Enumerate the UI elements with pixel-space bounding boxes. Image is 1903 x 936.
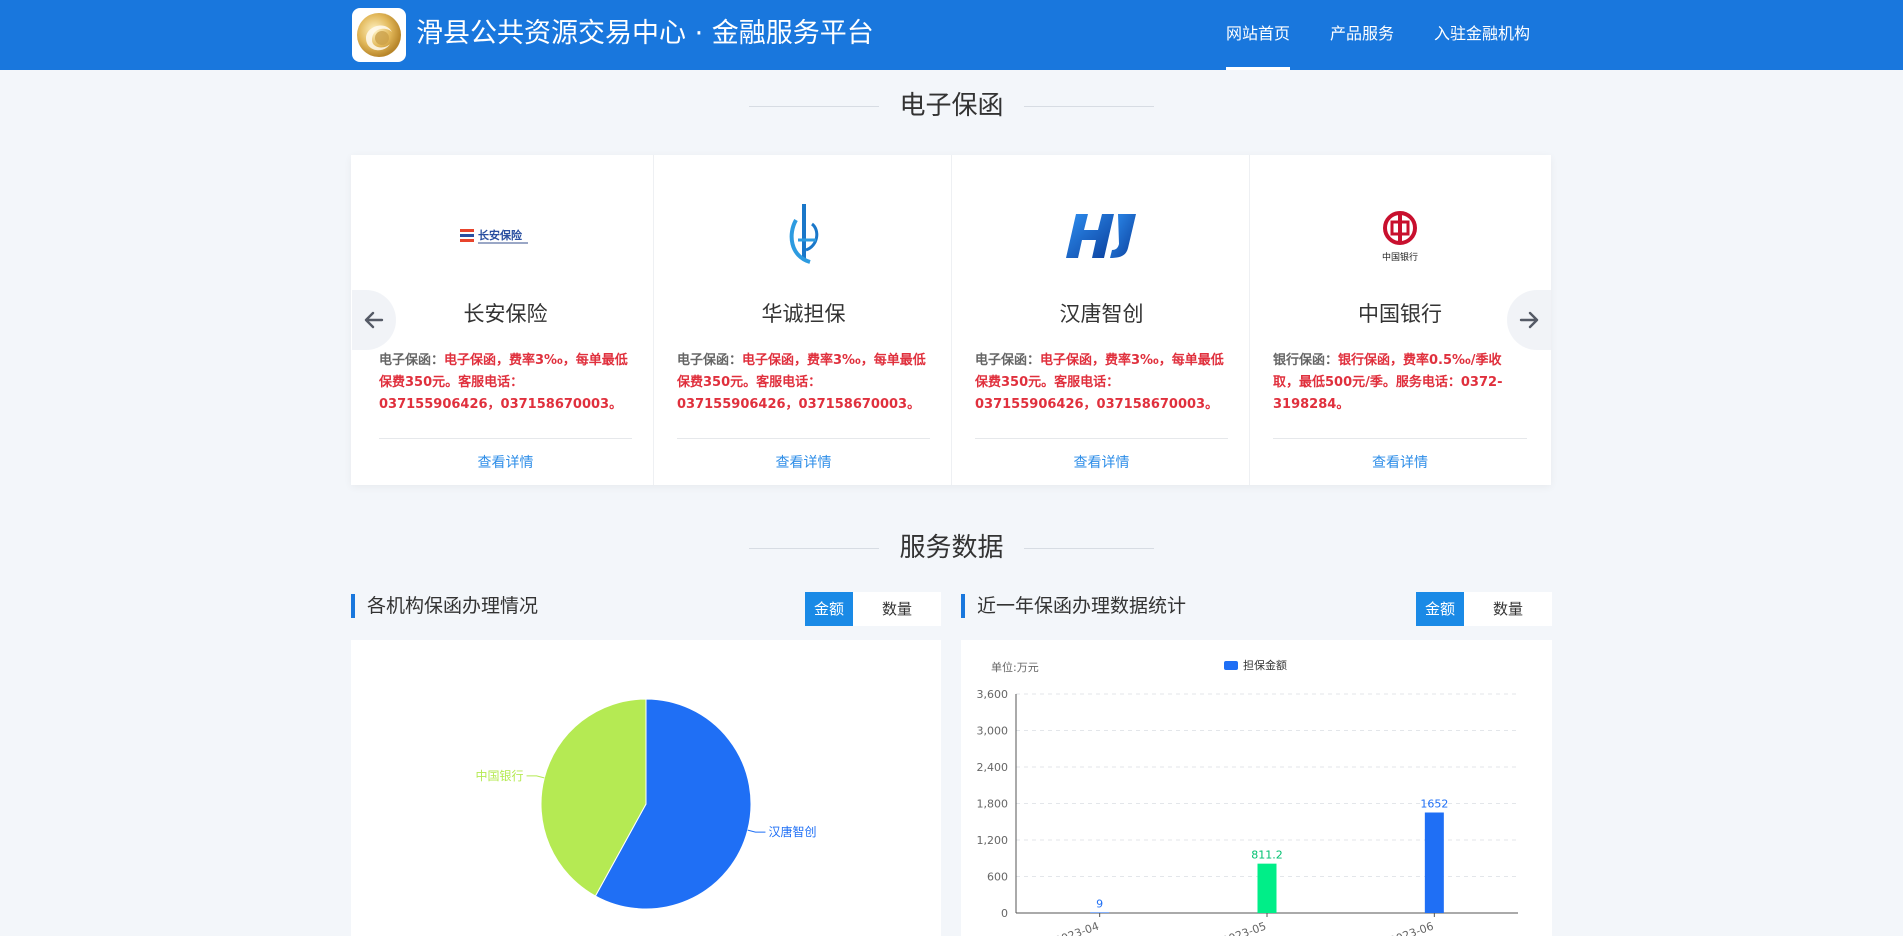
yearly-bar-panel: 单位:万元 担保金额 0 600 1,200 1,800 2,400 3,000 3,600 9 2… xyxy=(961,640,1552,936)
svg-text:中国银行: 中国银行 xyxy=(1382,251,1418,263)
svg-text:长安保险: 长安保险 xyxy=(478,228,523,242)
yearly-toggle: 金额 数量 xyxy=(1416,592,1552,626)
card-divider xyxy=(975,438,1228,439)
desc-label: 银行保函： xyxy=(1273,353,1339,368)
chart-unit-label: 单位:万元 xyxy=(991,660,1039,674)
card-name: 长安保险 xyxy=(463,302,548,326)
huacheng-logo xyxy=(656,198,951,274)
header: 滑县公共资源交易中心 · 金融服务平台 网站首页 产品服务 入驻金融机构 xyxy=(0,0,1903,70)
y-tick-label: 0 xyxy=(1001,907,1008,920)
desc-label: 电子保函： xyxy=(677,353,743,368)
card-divider xyxy=(677,438,930,439)
x-tick-label: 2023-04 xyxy=(1053,920,1101,936)
bar[interactable] xyxy=(1257,863,1277,913)
card-divider xyxy=(1273,438,1527,439)
y-tick-label: 3,600 xyxy=(977,688,1009,701)
title-divider xyxy=(749,106,880,107)
card-description: 电子保函：电子保函，费率3‰，每单最低保费350元。客服电话：037155906… xyxy=(677,350,930,416)
y-tick-label: 2,400 xyxy=(977,761,1009,774)
toggle-amount[interactable]: 金额 xyxy=(805,592,853,626)
title-divider xyxy=(1023,106,1154,107)
institution-pie-panel: 汉唐智创 中国银行 xyxy=(351,640,941,936)
x-tick-label: 2023-06 xyxy=(1388,920,1436,936)
card-description: 银行保函：银行保函，费率0.5‰/季收取，最低500元/季。服务电话：0372-… xyxy=(1273,350,1527,416)
nav-products[interactable]: 产品服务 xyxy=(1330,0,1394,70)
institution-toggle: 金额 数量 xyxy=(805,592,941,626)
boc-logo: 中国银行 xyxy=(1252,198,1548,274)
institution-pie-chart: 汉唐智创 中国银行 xyxy=(476,698,816,910)
x-tick-label: 2023-05 xyxy=(1220,920,1268,936)
bar[interactable] xyxy=(1424,812,1444,913)
view-details-link[interactable]: 查看详情 xyxy=(954,452,1249,472)
desc-label: 电子保函： xyxy=(379,353,445,368)
guarantee-carousel: 长安保险 长安保险 电子保函：电子保函，费率3‰，每单最低保费350元。客服电话… xyxy=(351,155,1551,485)
institution-panel-header: 各机构保函办理情况 金额 数量 xyxy=(351,590,941,626)
service-title-text: 服务数据 xyxy=(899,533,1004,563)
pie-label-line xyxy=(747,829,766,833)
guarantee-section-title: 电子保函 xyxy=(0,88,1903,124)
toggle-count[interactable]: 数量 xyxy=(1464,592,1552,626)
nav-home[interactable]: 网站首页 xyxy=(1225,0,1290,70)
pie-label: 中国银行 xyxy=(476,768,524,783)
guarantee-card: 汉唐智创 电子保函：电子保函，费率3‰，每单最低保费350元。客服电话：0371… xyxy=(954,155,1250,485)
bar-value-label: 811.2 xyxy=(1251,849,1283,862)
nav-institutions[interactable]: 入驻金融机构 xyxy=(1434,0,1530,70)
yearly-panel-title: 近一年保函办理数据统计 xyxy=(961,594,1186,618)
view-details-link[interactable]: 查看详情 xyxy=(656,452,951,472)
y-tick-label: 3,000 xyxy=(977,725,1009,738)
y-tick-label: 1,200 xyxy=(977,834,1009,847)
card-name: 华诚担保 xyxy=(761,302,846,326)
guarantee-card: 长安保险 长安保险 电子保函：电子保函，费率3‰，每单最低保费350元。客服电话… xyxy=(358,155,654,485)
service-section-title: 服务数据 xyxy=(0,530,1903,566)
guarantee-title-text: 电子保函 xyxy=(899,91,1004,121)
card-divider xyxy=(379,438,632,439)
main-nav: 网站首页 产品服务 入驻金融机构 xyxy=(1186,0,1530,70)
institution-panel-title: 各机构保函办理情况 xyxy=(351,594,538,618)
card-name: 中国银行 xyxy=(1358,302,1442,326)
bar-value-label: 1652 xyxy=(1420,798,1448,811)
pie-label-line xyxy=(526,775,545,779)
legend-swatch xyxy=(1224,661,1238,670)
card-description: 电子保函：电子保函，费率3‰，每单最低保费350元。客服电话：037155906… xyxy=(975,350,1228,416)
toggle-amount[interactable]: 金额 xyxy=(1416,592,1464,626)
yearly-panel-header: 近一年保函办理数据统计 金额 数量 xyxy=(961,590,1552,626)
guarantee-card: 华诚担保 电子保函：电子保函，费率3‰，每单最低保费350元。客服电话：0371… xyxy=(656,155,952,485)
card-description: 电子保函：电子保函，费率3‰，每单最低保费350元。客服电话：037155906… xyxy=(379,350,632,416)
toggle-count[interactable]: 数量 xyxy=(853,592,941,626)
desc-label: 电子保函： xyxy=(975,353,1041,368)
hantang-logo xyxy=(954,198,1249,274)
changan-logo: 长安保险 xyxy=(358,198,653,274)
site-title: 滑县公共资源交易中心 · 金融服务平台 xyxy=(416,18,874,49)
arrow-left-icon xyxy=(364,311,384,329)
guarantee-card: 中国银行 中国银行 银行保函：银行保函，费率0.5‰/季收取，最低500元/季。… xyxy=(1252,155,1548,485)
bar[interactable] xyxy=(1090,912,1110,913)
legend-label[interactable]: 担保金额 xyxy=(1243,658,1287,672)
view-details-link[interactable]: 查看详情 xyxy=(358,452,653,472)
arrow-right-icon xyxy=(1519,311,1539,329)
view-details-link[interactable]: 查看详情 xyxy=(1252,452,1548,472)
bar-value-label: 9 xyxy=(1096,897,1103,910)
y-tick-label: 1,800 xyxy=(977,798,1009,811)
y-tick-label: 600 xyxy=(987,871,1008,884)
title-divider xyxy=(1023,548,1154,549)
site-logo[interactable] xyxy=(352,8,406,62)
yearly-bar-chart: 单位:万元 担保金额 0 600 1,200 1,800 2,400 3,000 3,600 9 2… xyxy=(977,658,1518,936)
card-name: 汉唐智创 xyxy=(1059,302,1144,326)
pie-label: 汉唐智创 xyxy=(768,824,816,839)
title-divider xyxy=(749,548,880,549)
